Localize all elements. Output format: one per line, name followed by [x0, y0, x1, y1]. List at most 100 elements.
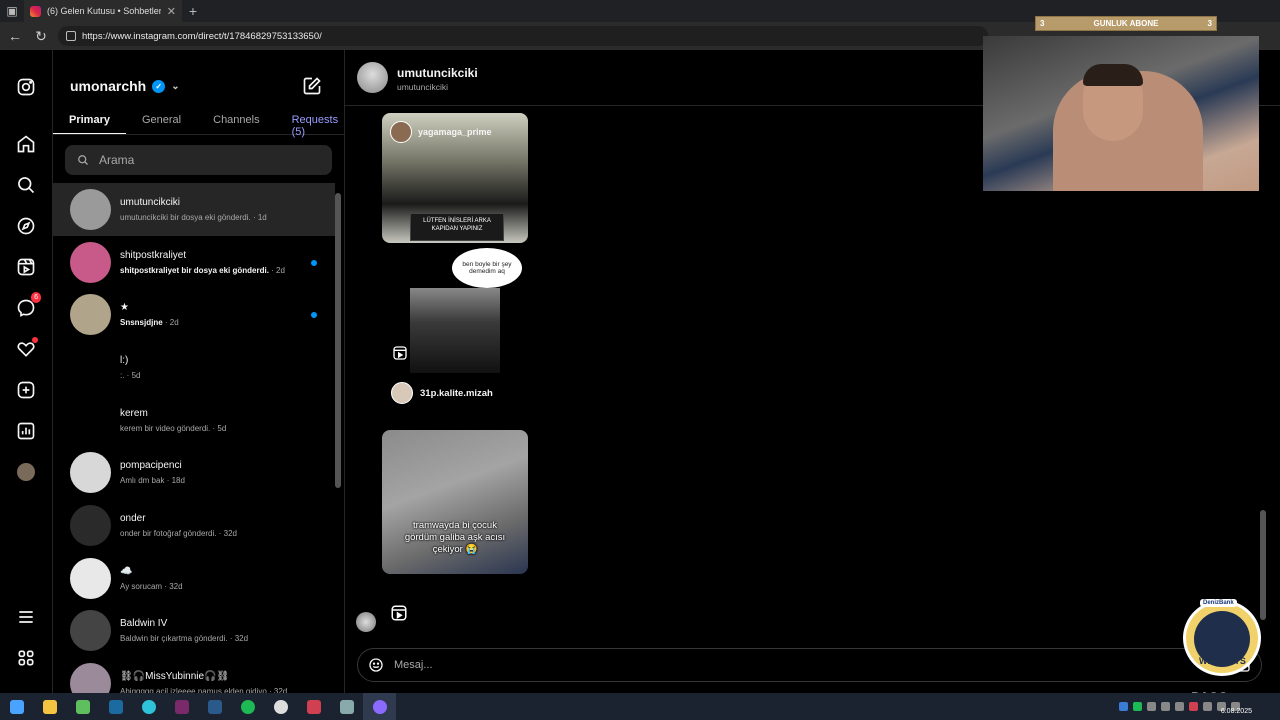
conversation-item[interactable]: ⛓🎧MissYubinnie🎧⛓ Abiggggg acil izleeee na…	[53, 657, 335, 693]
conversation-avatar	[70, 294, 111, 336]
chevron-down-icon: ⌄	[171, 80, 180, 92]
taskbar-steam[interactable]	[99, 693, 132, 720]
tray-bluetooth-icon[interactable]	[1119, 702, 1128, 711]
profile-icon[interactable]	[14, 460, 38, 484]
compose-icon[interactable]	[302, 76, 322, 96]
conversation-item[interactable]: shitpostkraliyet shitpostkraliyet bir dos…	[53, 236, 335, 289]
chat-avatar[interactable]	[357, 62, 388, 93]
more-icon[interactable]	[14, 646, 38, 670]
conversation-time: 5d	[131, 370, 141, 380]
emoji-icon[interactable]	[368, 657, 384, 673]
conversation-avatar	[70, 452, 111, 494]
conversation-item[interactable]: ☁️ Ay sorucam · 32d	[53, 552, 335, 605]
post-owner[interactable]: yagamaga_prime	[390, 121, 492, 143]
notifications-icon[interactable]	[14, 337, 38, 361]
subscriber-goal-bar: 3 GUNLUK ABONE 3	[1035, 16, 1217, 31]
tab-primary[interactable]: Primary	[53, 108, 126, 134]
conversation-item[interactable]: umutuncikciki umutuncikciki bir dosya eki…	[53, 183, 335, 236]
conversation-name: ☁️	[120, 565, 133, 577]
system-tray	[1119, 693, 1240, 720]
tray-icon[interactable]	[1203, 702, 1212, 711]
sub-goal-label: GUNLUK ABONE	[1093, 19, 1159, 28]
sponsor-badge: DenizBank WILDCATS	[1183, 599, 1261, 676]
inbox-scrollbar[interactable]	[335, 183, 341, 688]
chat-name[interactable]: umutuncikciki	[397, 66, 478, 80]
reel-owner-avatar	[391, 382, 413, 404]
shared-reel-card[interactable]: ben boyle bir şey demedim aq	[382, 243, 528, 373]
taskbar-steam-2[interactable]	[198, 693, 231, 720]
conversation-name: ★	[120, 302, 129, 314]
shared-post-card[interactable]: yagamaga_prime LÜTFEN İNİSLERİ ARKA KAPI…	[382, 113, 528, 243]
tray-spotify-icon[interactable]	[1133, 702, 1142, 711]
tab-channels[interactable]: Channels	[197, 108, 275, 134]
start-button[interactable]	[0, 693, 33, 720]
conversation-time: 2d	[276, 265, 285, 275]
dashboard-icon[interactable]	[14, 419, 38, 443]
conversation-name: l:)	[120, 354, 129, 366]
home-icon[interactable]	[14, 132, 38, 156]
conversation-avatar	[70, 188, 111, 230]
reels-icon[interactable]	[14, 255, 38, 279]
taskbar-store[interactable]	[66, 693, 99, 720]
taskbar-chatgpt[interactable]	[264, 693, 297, 720]
explore-icon[interactable]	[14, 214, 38, 238]
chat-scrollbar[interactable]	[1260, 510, 1266, 620]
post-owner-avatar	[390, 121, 412, 143]
conversation-item[interactable]: l:):. · 5d	[53, 341, 335, 394]
tray-icon[interactable]	[1147, 702, 1156, 711]
taskbar-edge[interactable]	[132, 693, 165, 720]
new-tab-icon[interactable]: +	[182, 3, 204, 19]
tray-icon[interactable]	[1161, 702, 1170, 711]
tab-actions-icon[interactable]: ▣	[0, 0, 24, 22]
conversation-item[interactable]: onder onder bir fotoğraf gönderdi. · 32d	[53, 499, 335, 552]
conversation-last-message: Ay sorucam	[120, 581, 163, 591]
taskbar-clock-date[interactable]: 6.08.2025	[1221, 708, 1252, 715]
taskbar-app-purple[interactable]	[165, 693, 198, 720]
conversation-item[interactable]: kerem kerem bir video gönderdi. · 5d	[53, 394, 335, 447]
close-tab-icon[interactable]: ✕	[167, 5, 176, 18]
search-icon[interactable]	[14, 173, 38, 197]
tray-icon[interactable]	[1189, 702, 1198, 711]
taskbar-app-grey[interactable]	[330, 693, 363, 720]
browser-tab[interactable]: (6) Gelen Kutusu • Sohbetler ✕	[24, 0, 182, 22]
inbox-tabs: Primary General Channels Requests (5)	[53, 108, 344, 138]
conversation-item[interactable]: pompacipenci Amlı dm bak · 18d	[53, 446, 335, 499]
conversation-time: 18d	[171, 476, 185, 486]
conversation-text: shitpostkraliyet shitpostkraliyet bir dos…	[120, 250, 285, 275]
shared-video-card[interactable]: tramwayda bi çocuk gördüm galiba aşk acı…	[382, 430, 528, 574]
reel-owner[interactable]: 31p.kalite.mizah	[391, 382, 493, 404]
reload-icon[interactable]: ↻	[32, 28, 50, 45]
conversation-preview: onder bir fotoğraf gönderdi. · 32d	[120, 528, 237, 538]
search-input[interactable]: Arama	[65, 145, 332, 175]
tab-requests[interactable]: Requests (5)	[276, 108, 344, 138]
unread-dot	[311, 312, 317, 319]
create-icon[interactable]	[14, 378, 38, 402]
conversation-item[interactable]: ★ Snsnsjdjne · 2d	[53, 288, 335, 341]
conversation-last-message: umutuncikciki bir dosya eki gönderdi.	[120, 212, 251, 222]
taskbar-browser[interactable]	[363, 693, 396, 720]
conversation-last-message: :.	[120, 370, 125, 380]
unread-dot	[311, 259, 317, 266]
conversation-item[interactable]: Baldwin IV Baldwin bir çıkartma gönderdi.…	[53, 605, 335, 658]
tray-icon[interactable]	[1175, 702, 1184, 711]
conversation-avatar	[70, 399, 111, 441]
search-icon	[78, 155, 88, 165]
account-switcher[interactable]: umonarchh ✓ ⌄	[70, 78, 180, 94]
taskbar-app-red[interactable]	[297, 693, 330, 720]
menu-icon[interactable]	[14, 605, 38, 629]
url-field[interactable]: https://www.instagram.com/direct/t/17846…	[58, 26, 988, 46]
conversation-last-message: Amlı dm bak	[120, 476, 165, 486]
tab-general[interactable]: General	[126, 108, 197, 134]
taskbar-explorer[interactable]	[33, 693, 66, 720]
sender-avatar	[356, 612, 376, 632]
message-input[interactable]	[394, 659, 1201, 671]
account-username: umonarchh	[70, 78, 147, 94]
conversation-text: kerem kerem bir video gönderdi. · 5d	[120, 408, 226, 433]
reels-icon[interactable]	[390, 604, 408, 622]
inbox-scroll-thumb[interactable]	[335, 193, 341, 488]
conversation-name: Baldwin IV	[120, 618, 168, 630]
back-icon[interactable]: ←	[6, 28, 24, 44]
messages-icon[interactable]: 6	[14, 292, 41, 320]
instagram-logo-icon[interactable]	[14, 75, 38, 99]
taskbar-spotify[interactable]	[231, 693, 264, 720]
